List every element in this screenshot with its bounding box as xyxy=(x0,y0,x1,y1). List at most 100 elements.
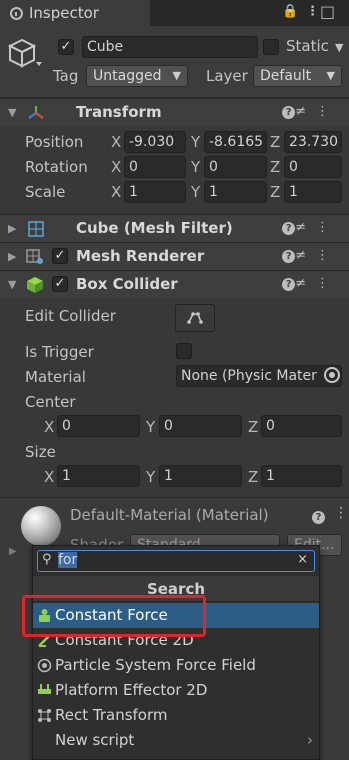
position-z-field[interactable]: 23.730 xyxy=(284,131,342,153)
more-options-icon[interactable]: ⋮ xyxy=(316,248,339,263)
result-label: Rect Transform xyxy=(55,706,168,724)
active-checkbox[interactable]: ✓ xyxy=(58,39,74,55)
layer-value: Default xyxy=(260,68,312,84)
result-label: Platform Effector 2D xyxy=(55,681,208,699)
layer-dropdown[interactable]: Default ▼ xyxy=(253,65,342,87)
help-icon[interactable]: ? xyxy=(312,508,325,524)
center-z-field[interactable]: 0 xyxy=(261,415,342,437)
fold-right-icon[interactable]: ▶ xyxy=(8,222,16,235)
scale-label: Scale xyxy=(25,183,66,201)
axis-z-label: Z xyxy=(270,183,281,201)
tag-label: Tag xyxy=(53,67,79,85)
center-label: Center xyxy=(25,393,76,411)
center-x-field[interactable]: 0 xyxy=(57,415,140,437)
gameobject-cube-icon xyxy=(8,38,42,68)
inspector-tab[interactable]: Inspector xyxy=(0,0,150,26)
result-rect-transform[interactable]: Rect Transform xyxy=(33,703,319,728)
edit-bounds-icon xyxy=(187,312,203,324)
position-label: Position xyxy=(25,133,84,151)
highlight-box xyxy=(22,595,206,637)
static-dropdown-icon[interactable]: ▼ xyxy=(335,41,343,54)
axis-x-label: X xyxy=(111,133,122,151)
component-search-field[interactable]: ⚲ for × xyxy=(37,550,315,572)
chevron-down-icon: ▼ xyxy=(326,69,335,82)
is-trigger-checkbox[interactable] xyxy=(176,343,192,359)
preset-icon[interactable]: ≠ xyxy=(295,276,316,291)
fold-right-icon[interactable]: ▶ xyxy=(8,250,16,263)
help-icon[interactable]: ? xyxy=(282,278,296,291)
size-y-field[interactable]: 1 xyxy=(159,465,242,487)
center-y-field[interactable]: 0 xyxy=(159,415,242,437)
axis-x-label: X xyxy=(111,183,122,201)
add-component-popup: ⚲ for × Search Constant Force Constant F… xyxy=(32,545,320,760)
preset-icon[interactable]: ≠ xyxy=(295,248,316,263)
size-x-field[interactable]: 1 xyxy=(57,465,140,487)
size-label: Size xyxy=(25,443,56,461)
edit-collider-label: Edit Collider xyxy=(25,307,116,325)
mesh-renderer-title: Mesh Renderer xyxy=(76,247,205,265)
rotation-x-field[interactable]: 0 xyxy=(124,156,186,178)
mesh-filter-header[interactable]: ▶ Cube (Mesh Filter) ? ≠⋮ xyxy=(0,214,349,242)
result-label: Particle System Force Field xyxy=(55,656,256,674)
transform-icon xyxy=(28,106,44,119)
transform-title: Transform xyxy=(76,103,162,121)
mesh-renderer-enabled-checkbox[interactable]: ✓ xyxy=(52,248,68,264)
help-icon[interactable]: ? xyxy=(282,106,296,119)
transform-header[interactable]: ▼ Transform ? ≠⋮ xyxy=(0,98,349,126)
mesh-filter-title: Cube (Mesh Filter) xyxy=(76,219,233,237)
maximize-icon[interactable]: □ xyxy=(320,2,335,21)
more-options-icon[interactable]: ⋮ xyxy=(306,4,319,19)
mesh-renderer-header[interactable]: ▶ ✓ Mesh Renderer ? ≠⋮ xyxy=(0,242,349,270)
axis-y-label: Y xyxy=(191,183,201,201)
fold-right-icon[interactable]: ▶ xyxy=(9,546,17,557)
more-options-icon[interactable]: ⋮ xyxy=(316,220,339,235)
position-x-field[interactable]: -9.030 xyxy=(124,131,186,153)
more-options-icon[interactable]: ⋮ xyxy=(316,104,339,119)
fold-down-icon[interactable]: ▼ xyxy=(8,278,16,291)
tag-dropdown[interactable]: Untagged ▼ xyxy=(86,65,188,87)
object-picker-icon[interactable] xyxy=(324,367,340,383)
static-label: Static xyxy=(286,37,329,55)
fold-down-icon[interactable]: ▼ xyxy=(8,106,16,119)
position-y-field[interactable]: -8.6165 xyxy=(204,131,267,153)
axis-x-label: X xyxy=(111,158,122,176)
preset-icon[interactable]: ≠ xyxy=(295,220,316,235)
rotation-y-field[interactable]: 0 xyxy=(204,156,267,178)
result-platform-effector-2d[interactable]: Platform Effector 2D xyxy=(33,678,319,703)
chevron-down-icon: ▼ xyxy=(172,69,181,82)
box-collider-icon xyxy=(27,277,43,293)
scale-y-field[interactable]: 1 xyxy=(204,181,267,203)
static-checkbox[interactable] xyxy=(263,39,279,55)
scale-x-field[interactable]: 1 xyxy=(124,181,186,203)
axis-x-label: X xyxy=(44,468,55,486)
result-new-script[interactable]: New script › xyxy=(33,728,319,753)
more-options-icon[interactable]: ⋮ xyxy=(334,505,348,521)
preset-icon[interactable]: ≠ xyxy=(295,104,316,119)
mesh-renderer-icon xyxy=(26,249,43,264)
clear-search-icon[interactable]: × xyxy=(297,552,308,567)
box-collider-enabled-checkbox[interactable]: ✓ xyxy=(52,276,68,292)
result-particle-system-force-field[interactable]: Particle System Force Field xyxy=(33,653,319,678)
result-label: New script xyxy=(55,731,135,749)
material-title: Default-Material (Material) xyxy=(70,506,269,524)
rotation-z-field[interactable]: 0 xyxy=(284,156,342,178)
physic-material-field[interactable]: None (Physic Mater xyxy=(176,365,342,387)
size-z-field[interactable]: 1 xyxy=(261,465,342,487)
axis-y-label: Y xyxy=(146,418,156,436)
more-options-icon[interactable]: ⋮ xyxy=(316,276,339,291)
inspector-tab-title: Inspector xyxy=(29,4,99,22)
search-input-text: for xyxy=(58,552,78,568)
rect-transform-icon xyxy=(38,709,51,722)
axis-y-label: Y xyxy=(191,133,201,151)
axis-z-label: Z xyxy=(270,133,281,151)
lock-icon[interactable]: 🔒 xyxy=(282,4,298,19)
help-icon[interactable]: ? xyxy=(282,222,296,235)
scale-z-field[interactable]: 1 xyxy=(284,181,342,203)
layer-label: Layer xyxy=(206,67,248,85)
inspector-tab-bar: Inspector 🔒 ⋮ □ xyxy=(0,0,349,26)
chevron-right-icon: › xyxy=(307,731,313,749)
help-icon[interactable]: ? xyxy=(282,250,296,263)
box-collider-header[interactable]: ▼ ✓ Box Collider ? ≠⋮ xyxy=(0,270,349,298)
object-name-field[interactable]: Cube xyxy=(82,36,258,58)
edit-collider-button[interactable] xyxy=(175,304,215,332)
